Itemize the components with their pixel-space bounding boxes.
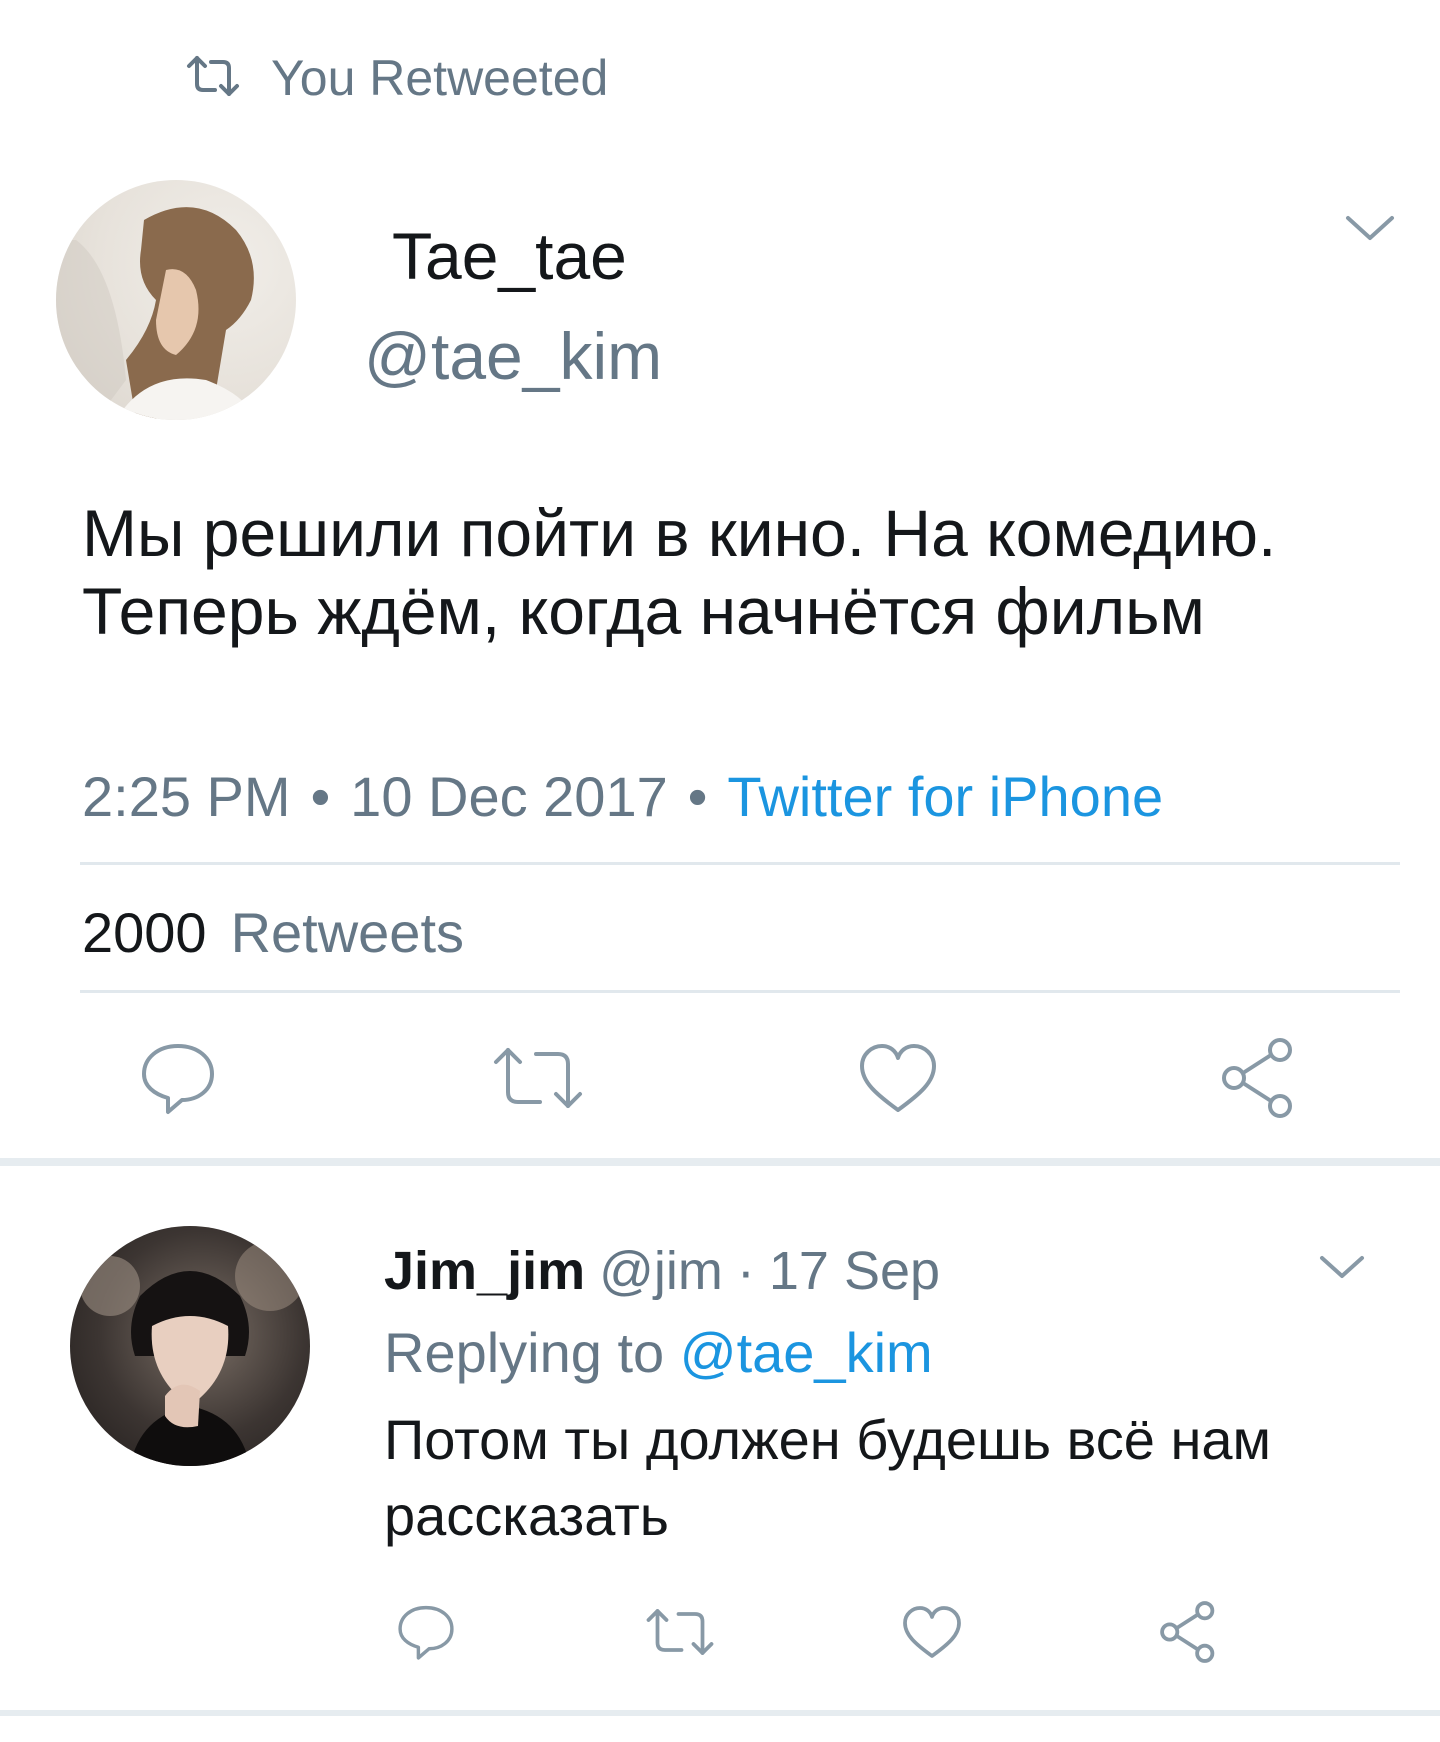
- tweet-actions: [0, 1032, 1440, 1132]
- meta-separator: •: [687, 765, 708, 828]
- retweet-stats[interactable]: 2000 Retweets: [82, 900, 464, 965]
- retweet-icon: [644, 1605, 716, 1664]
- retweet-context-label: You Retweeted: [271, 50, 609, 106]
- reply-author-name[interactable]: Jim_jim: [384, 1240, 585, 1302]
- avatar[interactable]: [70, 1226, 310, 1466]
- avatar[interactable]: [56, 180, 296, 420]
- author-handle[interactable]: @tae_kim: [364, 318, 662, 394]
- share-button[interactable]: [1140, 1586, 1236, 1682]
- share-icon: [1216, 1036, 1300, 1125]
- retweet-button[interactable]: [632, 1586, 728, 1682]
- author-name[interactable]: Tae_tae: [392, 218, 627, 294]
- like-button[interactable]: [850, 1032, 946, 1128]
- reply-button[interactable]: [130, 1032, 226, 1128]
- reply-icon: [394, 1600, 458, 1669]
- reply-date: 17 Sep: [768, 1241, 941, 1301]
- reply-author-handle[interactable]: @jim: [599, 1240, 723, 1302]
- reply-actions: [0, 1594, 1440, 1674]
- share-button[interactable]: [1210, 1032, 1306, 1128]
- replying-handle-link[interactable]: @tae_kim: [680, 1321, 933, 1384]
- like-icon: [856, 1038, 940, 1123]
- tweet-time: 2:25 PM: [82, 765, 291, 828]
- chevron-down-icon[interactable]: [1340, 208, 1400, 248]
- like-button[interactable]: [884, 1586, 980, 1682]
- retweet-icon: [185, 54, 241, 103]
- retweet-context: You Retweeted: [185, 46, 608, 110]
- tweet-date: 10 Dec 2017: [350, 765, 668, 828]
- like-icon: [900, 1602, 964, 1667]
- tweet-text: Мы решили пойти в кино. На комедию. Тепе…: [82, 494, 1402, 650]
- divider: [80, 862, 1400, 865]
- meta-separator: ·: [736, 1241, 755, 1301]
- reply-text: Потом ты должен будешь всё нам рассказат…: [384, 1408, 1272, 1547]
- reply-header: Jim_jim @jim · 17 Sep: [384, 1240, 940, 1302]
- tweet-text-line: Теперь ждём, когда начнётся фильм: [82, 574, 1205, 648]
- share-icon: [1156, 1600, 1220, 1669]
- reply-button[interactable]: [378, 1586, 474, 1682]
- section-divider: [0, 1158, 1440, 1166]
- retweet-button[interactable]: [490, 1032, 586, 1128]
- section-divider: [0, 1710, 1440, 1716]
- retweet-icon: [490, 1042, 586, 1119]
- tweet-meta: 2:25 PM • 10 Dec 2017 • Twitter for iPho…: [82, 764, 1163, 829]
- replying-prefix: Replying to: [384, 1321, 665, 1384]
- retweets-count: 2000: [82, 901, 207, 964]
- tweet-text-line: Мы решили пойти в кино. На комедию.: [82, 496, 1277, 570]
- replying-to: Replying to @tae_kim: [384, 1320, 933, 1385]
- reply-icon: [136, 1036, 220, 1125]
- chevron-down-icon[interactable]: [1312, 1248, 1372, 1288]
- divider: [80, 990, 1400, 993]
- retweets-label: Retweets: [230, 901, 465, 964]
- tweet-source-link[interactable]: Twitter for iPhone: [727, 764, 1163, 829]
- meta-separator: •: [310, 765, 331, 828]
